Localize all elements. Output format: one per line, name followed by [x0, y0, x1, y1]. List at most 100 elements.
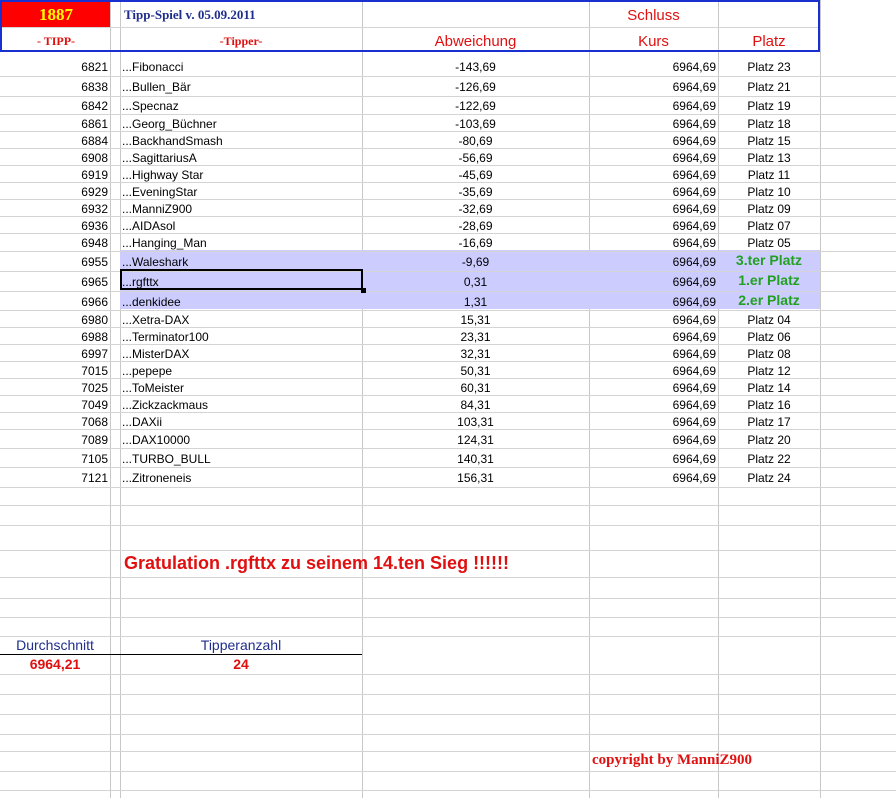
abweichung-cell[interactable]: 103,31 [362, 415, 589, 429]
tipp-cell[interactable]: 6997 [0, 347, 108, 361]
platz-cell[interactable]: Platz 15 [718, 134, 820, 148]
kurs-cell[interactable]: 6964,69 [589, 275, 716, 289]
kurs-cell[interactable]: 6964,69 [589, 99, 716, 113]
tipp-cell[interactable]: 6838 [0, 80, 108, 94]
abweichung-cell[interactable]: 50,31 [362, 364, 589, 378]
tipper-cell[interactable]: ...denkidee [122, 295, 360, 309]
kurs-cell[interactable]: 6964,69 [589, 236, 716, 250]
kurs-cell[interactable]: 6964,69 [589, 80, 716, 94]
tipp-cell[interactable]: 6932 [0, 202, 108, 216]
tipper-cell[interactable]: ...SagittariusA [122, 151, 360, 165]
tipper-cell[interactable]: ...Bullen_Bär [122, 80, 360, 94]
platz-cell[interactable]: Platz 20 [718, 433, 820, 447]
tipper-cell[interactable]: ...EveningStar [122, 185, 360, 199]
tipper-cell[interactable]: ...Zitroneneis [122, 471, 360, 485]
abweichung-cell[interactable]: 124,31 [362, 433, 589, 447]
abweichung-cell[interactable]: 0,31 [362, 275, 589, 289]
abweichung-cell[interactable]: 156,31 [362, 471, 589, 485]
platz-cell[interactable]: Platz 12 [718, 364, 820, 378]
abweichung-cell[interactable]: -9,69 [362, 255, 589, 269]
tipp-cell[interactable]: 6948 [0, 236, 108, 250]
platz-cell[interactable]: Platz 04 [718, 313, 820, 327]
abweichung-cell[interactable]: -28,69 [362, 219, 589, 233]
platz-cell[interactable]: 1.er Platz [718, 273, 820, 287]
abweichung-cell[interactable]: -103,69 [362, 117, 589, 131]
tipp-cell[interactable]: 6884 [0, 134, 108, 148]
tipp-cell[interactable]: 6966 [0, 295, 108, 309]
abweichung-cell[interactable]: -16,69 [362, 236, 589, 250]
tipp-cell[interactable]: 6842 [0, 99, 108, 113]
tipper-cell[interactable]: ...Xetra-DAX [122, 313, 360, 327]
tipp-cell[interactable]: 6821 [0, 60, 108, 74]
platz-cell[interactable]: Platz 09 [718, 202, 820, 216]
kurs-cell[interactable]: 6964,69 [589, 381, 716, 395]
kurs-cell[interactable]: 6964,69 [589, 151, 716, 165]
tipp-cell[interactable]: 6988 [0, 330, 108, 344]
tipp-cell[interactable]: 6861 [0, 117, 108, 131]
abweichung-cell[interactable]: 1,31 [362, 295, 589, 309]
kurs-cell[interactable]: 6964,69 [589, 60, 716, 74]
tipper-cell[interactable]: ...ManniZ900 [122, 202, 360, 216]
tipp-cell[interactable]: 7015 [0, 364, 108, 378]
kurs-cell[interactable]: 6964,69 [589, 471, 716, 485]
abweichung-cell[interactable]: 32,31 [362, 347, 589, 361]
tipper-cell[interactable]: ...Fibonacci [122, 60, 360, 74]
kurs-cell[interactable]: 6964,69 [589, 452, 716, 466]
platz-cell[interactable]: Platz 23 [718, 60, 820, 74]
tipper-cell[interactable]: ...Highway Star [122, 168, 360, 182]
platz-cell[interactable]: Platz 08 [718, 347, 820, 361]
tipper-cell[interactable]: ...Georg_Büchner [122, 117, 360, 131]
platz-cell[interactable]: Platz 11 [718, 168, 820, 182]
kurs-cell[interactable]: 6964,69 [589, 415, 716, 429]
tipp-cell[interactable]: 7025 [0, 381, 108, 395]
tipp-cell[interactable]: 6929 [0, 185, 108, 199]
tipp-cell[interactable]: 6955 [0, 255, 108, 269]
abweichung-cell[interactable]: 140,31 [362, 452, 589, 466]
platz-cell[interactable]: Platz 05 [718, 236, 820, 250]
platz-cell[interactable]: Platz 18 [718, 117, 820, 131]
tipper-cell[interactable]: ...BackhandSmash [122, 134, 360, 148]
abweichung-cell[interactable]: -80,69 [362, 134, 589, 148]
tipp-cell[interactable]: 6919 [0, 168, 108, 182]
tipper-cell[interactable]: ...DAX10000 [122, 433, 360, 447]
tipper-cell[interactable]: ...Terminator100 [122, 330, 360, 344]
tipp-cell[interactable]: 7105 [0, 452, 108, 466]
platz-cell[interactable]: 3.ter Platz [718, 253, 820, 267]
tipper-cell[interactable]: ...DAXii [122, 415, 360, 429]
tipper-cell[interactable]: ...Waleshark [122, 255, 360, 269]
tipp-cell[interactable]: 6980 [0, 313, 108, 327]
platz-cell[interactable]: Platz 07 [718, 219, 820, 233]
tipp-cell[interactable]: 7121 [0, 471, 108, 485]
fill-handle[interactable] [361, 288, 366, 293]
tipper-cell[interactable]: ...Hanging_Man [122, 236, 360, 250]
kurs-cell[interactable]: 6964,69 [589, 255, 716, 269]
tipp-cell[interactable]: 6936 [0, 219, 108, 233]
abweichung-cell[interactable]: -126,69 [362, 80, 589, 94]
platz-cell[interactable]: 2.er Platz [718, 293, 820, 307]
abweichung-cell[interactable]: -35,69 [362, 185, 589, 199]
kurs-cell[interactable]: 6964,69 [589, 185, 716, 199]
abweichung-cell[interactable]: -45,69 [362, 168, 589, 182]
active-cell-selection[interactable] [120, 269, 363, 290]
abweichung-cell[interactable]: -56,69 [362, 151, 589, 165]
tipper-cell[interactable]: ...Specnaz [122, 99, 360, 113]
abweichung-cell[interactable]: 60,31 [362, 381, 589, 395]
platz-cell[interactable]: Platz 17 [718, 415, 820, 429]
tipper-cell[interactable]: ...pepepe [122, 364, 360, 378]
abweichung-cell[interactable]: -122,69 [362, 99, 589, 113]
tipper-cell[interactable]: ...MisterDAX [122, 347, 360, 361]
tipp-cell[interactable]: 7068 [0, 415, 108, 429]
tipper-cell[interactable]: ...TURBO_BULL [122, 452, 360, 466]
platz-cell[interactable]: Platz 13 [718, 151, 820, 165]
kurs-cell[interactable]: 6964,69 [589, 398, 716, 412]
kurs-cell[interactable]: 6964,69 [589, 168, 716, 182]
platz-cell[interactable]: Platz 22 [718, 452, 820, 466]
platz-cell[interactable]: Platz 21 [718, 80, 820, 94]
kurs-cell[interactable]: 6964,69 [589, 313, 716, 327]
tipp-cell[interactable]: 7089 [0, 433, 108, 447]
kurs-cell[interactable]: 6964,69 [589, 134, 716, 148]
abweichung-cell[interactable]: -32,69 [362, 202, 589, 216]
abweichung-cell[interactable]: 23,31 [362, 330, 589, 344]
platz-cell[interactable]: Platz 16 [718, 398, 820, 412]
tipper-cell[interactable]: ...ToMeister [122, 381, 360, 395]
